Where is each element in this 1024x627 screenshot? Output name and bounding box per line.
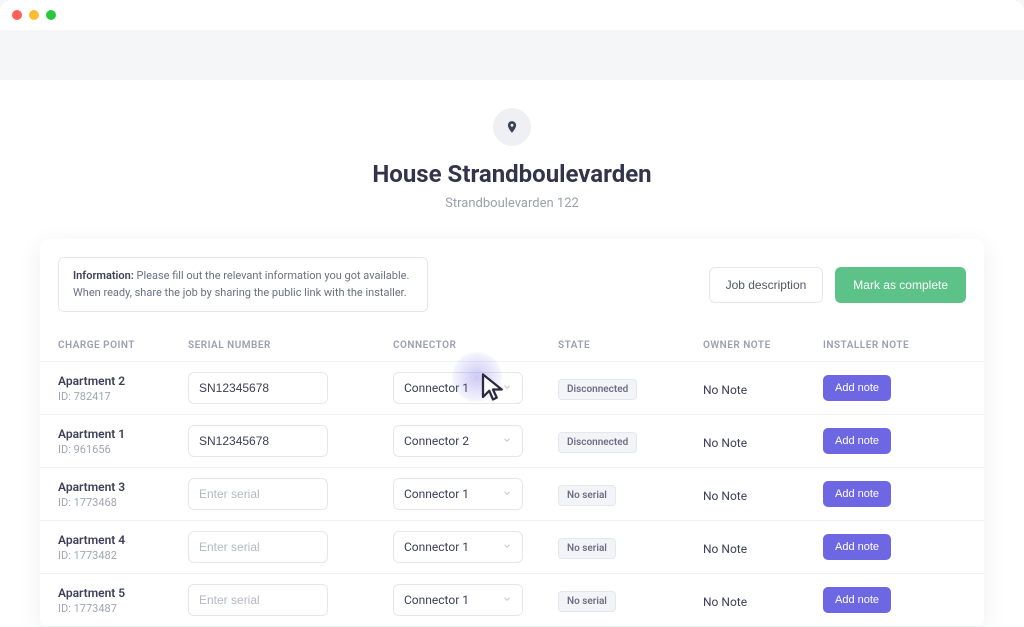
charge-point-id: ID: 961656 xyxy=(58,443,170,456)
location-icon-wrap xyxy=(493,108,531,146)
main-card: Information: Please fill out the relevan… xyxy=(40,239,984,627)
minimize-icon[interactable] xyxy=(29,10,39,20)
state-badge: Disconnected xyxy=(558,432,637,453)
charge-point-id: ID: 1773482 xyxy=(58,549,170,562)
header-strip xyxy=(0,30,1024,80)
owner-note-text: No Note xyxy=(703,542,747,556)
connector-value: Connector 1 xyxy=(404,487,469,501)
state-badge: No serial xyxy=(558,485,616,506)
connector-select[interactable]: Connector 1 xyxy=(393,372,523,404)
header-charge-point: CHARGE POINT xyxy=(40,330,170,362)
state-badge: No serial xyxy=(558,538,616,559)
chevron-down-icon xyxy=(502,593,512,607)
state-badge: No serial xyxy=(558,591,616,612)
chevron-down-icon xyxy=(502,540,512,554)
charge-point-name: Apartment 4 xyxy=(58,533,170,547)
close-icon[interactable] xyxy=(12,10,22,20)
charge-point-name: Apartment 1 xyxy=(58,427,170,441)
chevron-down-icon xyxy=(502,434,512,448)
connector-select[interactable]: Connector 2 xyxy=(393,425,523,457)
add-note-button[interactable]: Add note xyxy=(823,587,891,613)
serial-input[interactable] xyxy=(188,372,328,404)
serial-input[interactable] xyxy=(188,531,328,563)
owner-note-text: No Note xyxy=(703,436,747,450)
connector-select[interactable]: Connector 1 xyxy=(393,478,523,510)
chevron-down-icon xyxy=(502,381,512,395)
charge-point-name: Apartment 2 xyxy=(58,374,170,388)
table-row: Apartment 3 ID: 1773468 Connector 1 No s… xyxy=(40,468,984,521)
connector-value: Connector 1 xyxy=(404,540,469,554)
charge-point-id: ID: 1773487 xyxy=(58,602,170,615)
connector-select[interactable]: Connector 1 xyxy=(393,531,523,563)
serial-input[interactable] xyxy=(188,584,328,616)
charge-points-table: CHARGE POINT SERIAL NUMBER CONNECTOR STA… xyxy=(40,330,984,627)
table-row: Apartment 2 ID: 782417 Connector 1 Disco… xyxy=(40,362,984,415)
information-box: Information: Please fill out the relevan… xyxy=(58,257,428,312)
card-top-bar: Information: Please fill out the relevan… xyxy=(40,257,984,330)
connector-value: Connector 1 xyxy=(404,381,469,395)
state-badge: Disconnected xyxy=(558,379,637,400)
info-label: Information: xyxy=(73,269,134,282)
owner-note-text: No Note xyxy=(703,595,747,609)
add-note-button[interactable]: Add note xyxy=(823,375,891,401)
header-installer-note: INSTALLER NOTE xyxy=(805,330,984,362)
chevron-down-icon xyxy=(502,487,512,501)
table-row: Apartment 1 ID: 961656 Connector 2 Disco… xyxy=(40,415,984,468)
table-row: Apartment 5 ID: 1773487 Connector 1 No s… xyxy=(40,574,984,627)
header-connector: CONNECTOR xyxy=(375,330,540,362)
maximize-icon[interactable] xyxy=(46,10,56,20)
header-owner-note: OWNER NOTE xyxy=(685,330,805,362)
add-note-button[interactable]: Add note xyxy=(823,428,891,454)
charge-point-id: ID: 782417 xyxy=(58,390,170,403)
connector-select[interactable]: Connector 1 xyxy=(393,584,523,616)
charge-point-name: Apartment 5 xyxy=(58,586,170,600)
page-subtitle: Strandboulevarden 122 xyxy=(0,196,1024,211)
top-actions: Job description Mark as complete xyxy=(709,267,966,303)
window-titlebar xyxy=(0,0,1024,30)
mark-complete-button[interactable]: Mark as complete xyxy=(835,267,966,303)
location-pin-icon xyxy=(505,120,519,134)
header-state: STATE xyxy=(540,330,685,362)
table-row: Apartment 4 ID: 1773482 Connector 1 No s… xyxy=(40,521,984,574)
charge-point-id: ID: 1773468 xyxy=(58,496,170,509)
connector-value: Connector 2 xyxy=(404,434,469,448)
header-serial-number: SERIAL NUMBER xyxy=(170,330,375,362)
serial-input[interactable] xyxy=(188,425,328,457)
job-description-button[interactable]: Job description xyxy=(709,267,824,303)
add-note-button[interactable]: Add note xyxy=(823,481,891,507)
charge-point-name: Apartment 3 xyxy=(58,480,170,494)
add-note-button[interactable]: Add note xyxy=(823,534,891,560)
owner-note-text: No Note xyxy=(703,383,747,397)
page-content: House Strandboulevarden Strandboulevarde… xyxy=(0,80,1024,627)
owner-note-text: No Note xyxy=(703,489,747,503)
serial-input[interactable] xyxy=(188,478,328,510)
connector-value: Connector 1 xyxy=(404,593,469,607)
page-title: House Strandboulevarden xyxy=(0,160,1024,188)
